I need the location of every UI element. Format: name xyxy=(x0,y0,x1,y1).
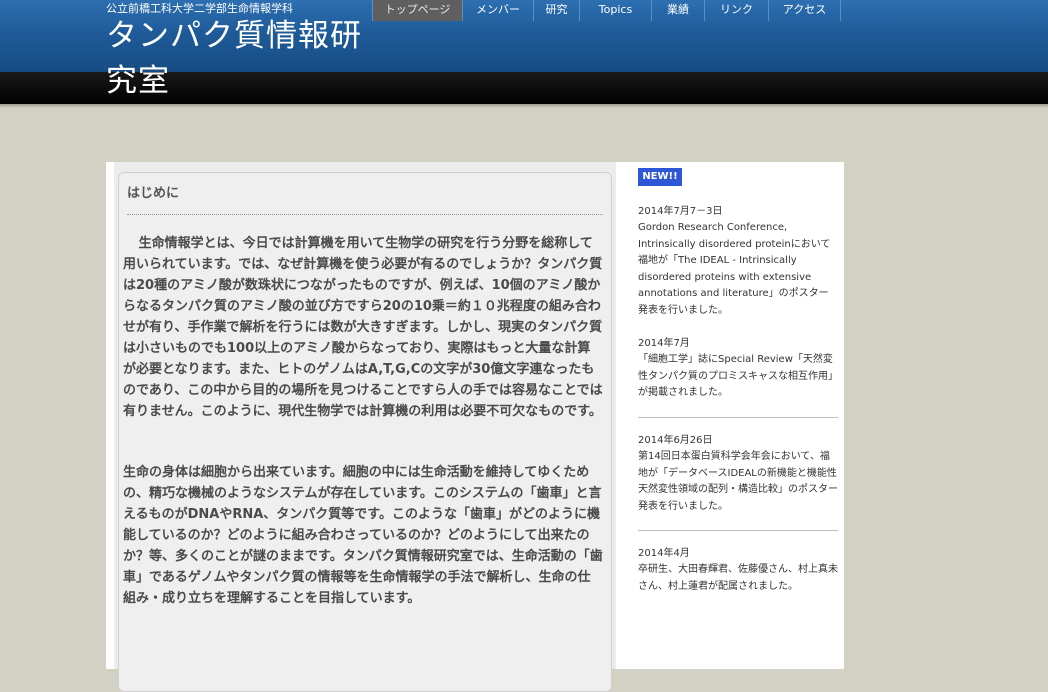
nav-item-links[interactable]: リンク xyxy=(705,0,769,21)
site-title[interactable]: タンパク質情報研究室 xyxy=(106,14,386,104)
content-area: はじめに 生命情報学とは、今日では計算機を用いて生物学の研究を行う分野を総称して… xyxy=(106,162,844,692)
news-divider xyxy=(638,417,838,418)
header-shadow xyxy=(0,104,1048,108)
intro-paragraph-1: 生命情報学とは、今日では計算機を用いて生物学の研究を行う分野を総称して用いられて… xyxy=(123,236,603,419)
news-text: 「細胞工学」誌にSpecial Review「天然変性タンパク質のプロミスキャス… xyxy=(638,354,838,398)
nav-item-access[interactable]: アクセス xyxy=(769,0,841,21)
news-item: 2014年7月7－3日 Gordon Research Conference, … xyxy=(638,204,838,319)
nav-item-research[interactable]: 研究 xyxy=(534,0,580,21)
news-date: 2014年4月 xyxy=(638,548,690,559)
news-sidebar: NEW!! 2014年7月7－3日 Gordon Research Confer… xyxy=(628,162,838,669)
news-text: 第14回日本蛋白質科学会年会において、福地が「データベースIDEALの新機能と機… xyxy=(638,451,838,512)
nav-item-achievements[interactable]: 業績 xyxy=(652,0,705,21)
intro-paragraph-2: 生命の身体は細胞から出来ています。細胞の中には生命活動を維持してゆくための、精巧… xyxy=(123,465,603,606)
news-item: 2014年7月 「細胞工学」誌にSpecial Review「天然変性タンパク質… xyxy=(638,336,838,402)
section-divider xyxy=(127,214,603,215)
news-item: 2014年6月26日 第14回日本蛋白質科学会年会において、福地が「データベース… xyxy=(638,433,838,515)
news-divider xyxy=(638,530,838,531)
nav-item-topics[interactable]: Topics xyxy=(580,0,652,21)
news-date: 2014年7月7－3日 xyxy=(638,206,723,217)
news-date: 2014年7月 xyxy=(638,338,690,349)
nav-item-members[interactable]: メンバー xyxy=(463,0,534,21)
new-badge: NEW!! xyxy=(638,168,682,186)
main-nav: トップページ メンバー 研究 Topics 業績 リンク アクセス xyxy=(372,0,841,21)
main-column: はじめに 生命情報学とは、今日では計算機を用いて生物学の研究を行う分野を総称して… xyxy=(114,162,616,692)
nav-item-top[interactable]: トップページ xyxy=(373,0,463,21)
section-title: はじめに xyxy=(127,186,180,201)
news-date: 2014年6月26日 xyxy=(638,435,713,446)
news-text: 卒研生、大田春輝君、佐藤優さん、村上真未さん、村上蓮君が配属されました。 xyxy=(638,564,838,592)
news-text: Gordon Research Conference, Intrinsicall… xyxy=(638,222,831,316)
intro-box: はじめに 生命情報学とは、今日では計算機を用いて生物学の研究を行う分野を総称して… xyxy=(118,172,612,692)
news-item: 2014年4月 卒研生、大田春輝君、佐藤優さん、村上真未さん、村上蓮君が配属され… xyxy=(638,546,838,595)
